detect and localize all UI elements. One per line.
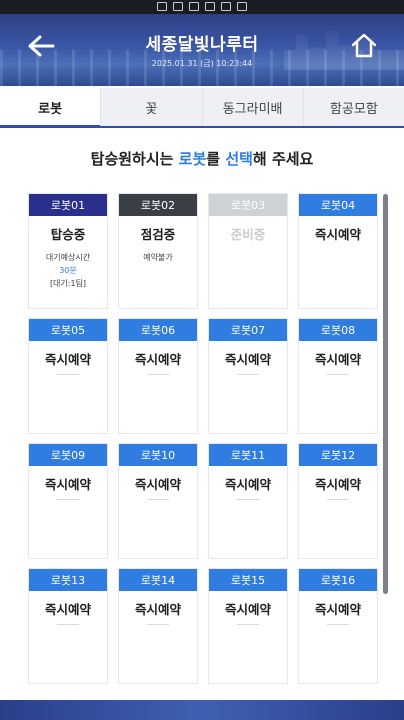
robot-status: 즉시예약	[314, 602, 361, 617]
robot-note: 예약불가	[143, 253, 173, 262]
robot-status: 즉시예약	[224, 602, 271, 617]
robot-card-08[interactable]: 로봇08 즉시예약	[298, 318, 378, 434]
robot-name: 로봇09	[29, 444, 107, 466]
robot-card-01[interactable]: 로봇01 탑승중 대기예상시간 30분 [대기:1팀]	[28, 193, 108, 309]
robot-status: 즉시예약	[314, 227, 361, 242]
robot-card-05[interactable]: 로봇05 즉시예약	[28, 318, 108, 434]
robot-card-11[interactable]: 로봇11 즉시예약	[208, 443, 288, 559]
datetime: 2025.01.31 (금) 10:23:44	[151, 59, 253, 68]
robot-name: 로봇04	[299, 194, 377, 216]
robot-status: 즉시예약	[44, 352, 91, 367]
window-control-icons	[150, 2, 254, 11]
robot-status: 즉시예약	[134, 477, 181, 492]
robot-name: 로봇02	[119, 194, 197, 216]
robot-name: 로봇10	[119, 444, 197, 466]
robot-status: 준비중	[230, 227, 266, 242]
robot-grid: 로봇01 탑승중 대기예상시간 30분 [대기:1팀] 로봇02 점검중 예약불…	[28, 193, 378, 684]
category-tabs: 로봇 꽃 동그라미배 함공모함	[0, 88, 404, 128]
tab-round-boat[interactable]: 동그라미배	[203, 88, 304, 126]
robot-name: 로봇14	[119, 569, 197, 591]
robot-name: 로봇08	[299, 319, 377, 341]
page-title: 세종달빛나루터	[145, 35, 259, 55]
robot-card-09[interactable]: 로봇09 즉시예약	[28, 443, 108, 559]
robot-status: 즉시예약	[314, 352, 361, 367]
selection-prompt: 탑승원하시는 로봇를 선택해 주세요	[90, 150, 314, 168]
robot-card-12[interactable]: 로봇12 즉시예약	[298, 443, 378, 559]
system-top-bar	[0, 0, 404, 14]
robot-name: 로봇07	[209, 319, 287, 341]
app-screen: 세종달빛나루터 2025.01.31 (금) 10:23:44 로봇 꽃 동그라…	[0, 0, 404, 720]
robot-card-16[interactable]: 로봇16 즉시예약	[298, 568, 378, 684]
robot-name: 로봇16	[299, 569, 377, 591]
robot-wait-info: 대기예상시간 30분 [대기:1팀]	[45, 253, 91, 288]
tab-carrier[interactable]: 함공모함	[304, 88, 404, 126]
robot-name: 로봇06	[119, 319, 197, 341]
robot-name: 로봇13	[29, 569, 107, 591]
robot-name: 로봇05	[29, 319, 107, 341]
bottom-decoration-bar	[0, 700, 404, 720]
robot-card-03[interactable]: 로봇03 준비중	[208, 193, 288, 309]
robot-name: 로봇15	[209, 569, 287, 591]
robot-name: 로봇03	[209, 194, 287, 216]
robot-name: 로봇01	[29, 194, 107, 216]
robot-name: 로봇12	[299, 444, 377, 466]
robot-name: 로봇11	[209, 444, 287, 466]
robot-status: 즉시예약	[134, 602, 181, 617]
robot-status: 탑승중	[50, 227, 86, 242]
robot-status: 즉시예약	[314, 477, 361, 492]
scrollbar[interactable]	[383, 194, 388, 594]
robot-status: 즉시예약	[44, 602, 91, 617]
header: 세종달빛나루터 2025.01.31 (금) 10:23:44	[0, 14, 404, 86]
tab-flower[interactable]: 꽃	[101, 88, 203, 126]
robot-status: 즉시예약	[224, 352, 271, 367]
robot-status: 점검중	[140, 227, 176, 242]
robot-card-06[interactable]: 로봇06 즉시예약	[118, 318, 198, 434]
home-icon	[351, 33, 377, 58]
robot-status: 즉시예약	[224, 477, 271, 492]
robot-card-02[interactable]: 로봇02 점검중 예약불가	[118, 193, 198, 309]
robot-card-10[interactable]: 로봇10 즉시예약	[118, 443, 198, 559]
robot-card-14[interactable]: 로봇14 즉시예약	[118, 568, 198, 684]
tab-robot[interactable]: 로봇	[0, 88, 102, 128]
robot-card-13[interactable]: 로봇13 즉시예약	[28, 568, 108, 684]
robot-card-15[interactable]: 로봇15 즉시예약	[208, 568, 288, 684]
robot-status: 즉시예약	[134, 352, 181, 367]
robot-status: 즉시예약	[44, 477, 91, 492]
home-button[interactable]	[350, 32, 378, 60]
robot-card-07[interactable]: 로봇07 즉시예약	[208, 318, 288, 434]
robot-card-04[interactable]: 로봇04 즉시예약	[298, 193, 378, 309]
